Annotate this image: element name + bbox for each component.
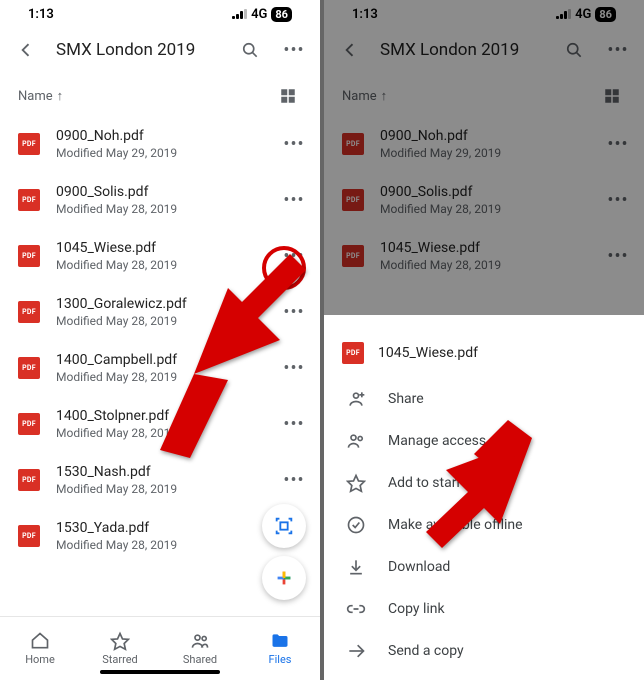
- sort-row: Name ↑: [0, 76, 320, 116]
- file-overflow-button[interactable]: •••: [604, 134, 632, 155]
- signal-icon: [232, 9, 247, 19]
- file-overflow-button[interactable]: •••: [280, 134, 308, 155]
- sheet-send-copy[interactable]: Send a copy: [324, 630, 644, 672]
- folder-title: SMX London 2019: [380, 40, 544, 60]
- people-icon: [346, 431, 366, 451]
- star-icon: [346, 473, 366, 493]
- status-time: 1:13: [28, 7, 54, 22]
- pdf-icon: PDF: [18, 469, 40, 491]
- status-bar: 1:13 4G 86: [324, 0, 644, 24]
- status-battery: 86: [271, 7, 292, 22]
- sort-button[interactable]: Name ↑: [18, 88, 63, 104]
- status-time: 1:13: [352, 7, 378, 22]
- offline-icon: [346, 515, 366, 535]
- file-row[interactable]: PDF 1530_Nash.pdfModifiedMay 28, 2019 ••…: [0, 452, 320, 508]
- header-overflow-button[interactable]: •••: [604, 36, 632, 64]
- back-button[interactable]: [12, 36, 40, 64]
- file-row[interactable]: PDF 0900_Noh.pdfModifiedMay 29, 2019 •••: [0, 116, 320, 172]
- file-overflow-button[interactable]: •••: [280, 470, 308, 491]
- pdf-icon: PDF: [342, 133, 364, 155]
- header: SMX London 2019 •••: [0, 24, 320, 76]
- pdf-icon: PDF: [18, 301, 40, 323]
- file-row[interactable]: PDF 0900_Noh.pdfModifiedMay 29, 2019 •••: [324, 116, 644, 172]
- header: SMX London 2019 •••: [324, 24, 644, 76]
- pdf-icon: PDF: [342, 342, 364, 364]
- status-battery: 86: [595, 7, 616, 22]
- back-button[interactable]: [336, 36, 364, 64]
- signal-icon: [556, 9, 571, 19]
- header-overflow-button[interactable]: •••: [280, 36, 308, 64]
- phone-right: 1:13 4G 86 SMX London 2019 ••• Name ↑: [324, 0, 644, 680]
- link-icon: [346, 599, 366, 619]
- status-network: 4G: [575, 7, 591, 22]
- sort-button[interactable]: Name ↑: [342, 88, 387, 104]
- annotation-arrow: [150, 250, 310, 460]
- sheet-filename: 1045_Wiese.pdf: [378, 345, 478, 361]
- new-fab[interactable]: [262, 556, 306, 600]
- file-overflow-button[interactable]: •••: [604, 190, 632, 211]
- search-button[interactable]: [236, 36, 264, 64]
- pdf-icon: PDF: [18, 189, 40, 211]
- phone-left: 1:13 4G 86 SMX London 2019 ••• Name ↑: [0, 0, 320, 680]
- folder-title: SMX London 2019: [56, 40, 220, 60]
- search-button[interactable]: [560, 36, 588, 64]
- file-row[interactable]: PDF 0900_Solis.pdfModifiedMay 28, 2019 •…: [324, 172, 644, 228]
- pdf-icon: PDF: [18, 413, 40, 435]
- status-bar: 1:13 4G 86: [0, 0, 320, 24]
- pdf-icon: PDF: [18, 357, 40, 379]
- pdf-icon: PDF: [18, 133, 40, 155]
- pdf-icon: PDF: [342, 245, 364, 267]
- person-add-icon: [346, 389, 366, 409]
- download-icon: [346, 557, 366, 577]
- nav-home[interactable]: Home: [0, 617, 80, 680]
- pdf-icon: PDF: [342, 189, 364, 211]
- status-network: 4G: [251, 7, 267, 22]
- pdf-icon: PDF: [18, 245, 40, 267]
- sort-row: Name ↑: [324, 76, 644, 116]
- sheet-copy-link[interactable]: Copy link: [324, 588, 644, 630]
- send-icon: [346, 641, 366, 661]
- file-list: PDF 0900_Noh.pdfModifiedMay 29, 2019 •••…: [324, 116, 644, 284]
- home-indicator: [100, 670, 220, 674]
- view-toggle-button[interactable]: [598, 82, 626, 110]
- sheet-share[interactable]: Share: [324, 378, 644, 420]
- nav-files[interactable]: Files: [240, 617, 320, 680]
- view-toggle-button[interactable]: [274, 82, 302, 110]
- sheet-header: PDF 1045_Wiese.pdf: [324, 328, 644, 378]
- file-overflow-button[interactable]: •••: [604, 246, 632, 267]
- file-row[interactable]: PDF 1045_Wiese.pdfModifiedMay 28, 2019 •…: [324, 228, 644, 284]
- file-row[interactable]: PDF 0900_Solis.pdfModifiedMay 28, 2019 •…: [0, 172, 320, 228]
- file-overflow-button[interactable]: •••: [280, 190, 308, 211]
- scan-fab[interactable]: [262, 504, 306, 548]
- pdf-icon: PDF: [18, 525, 40, 547]
- annotation-arrow: [424, 420, 534, 580]
